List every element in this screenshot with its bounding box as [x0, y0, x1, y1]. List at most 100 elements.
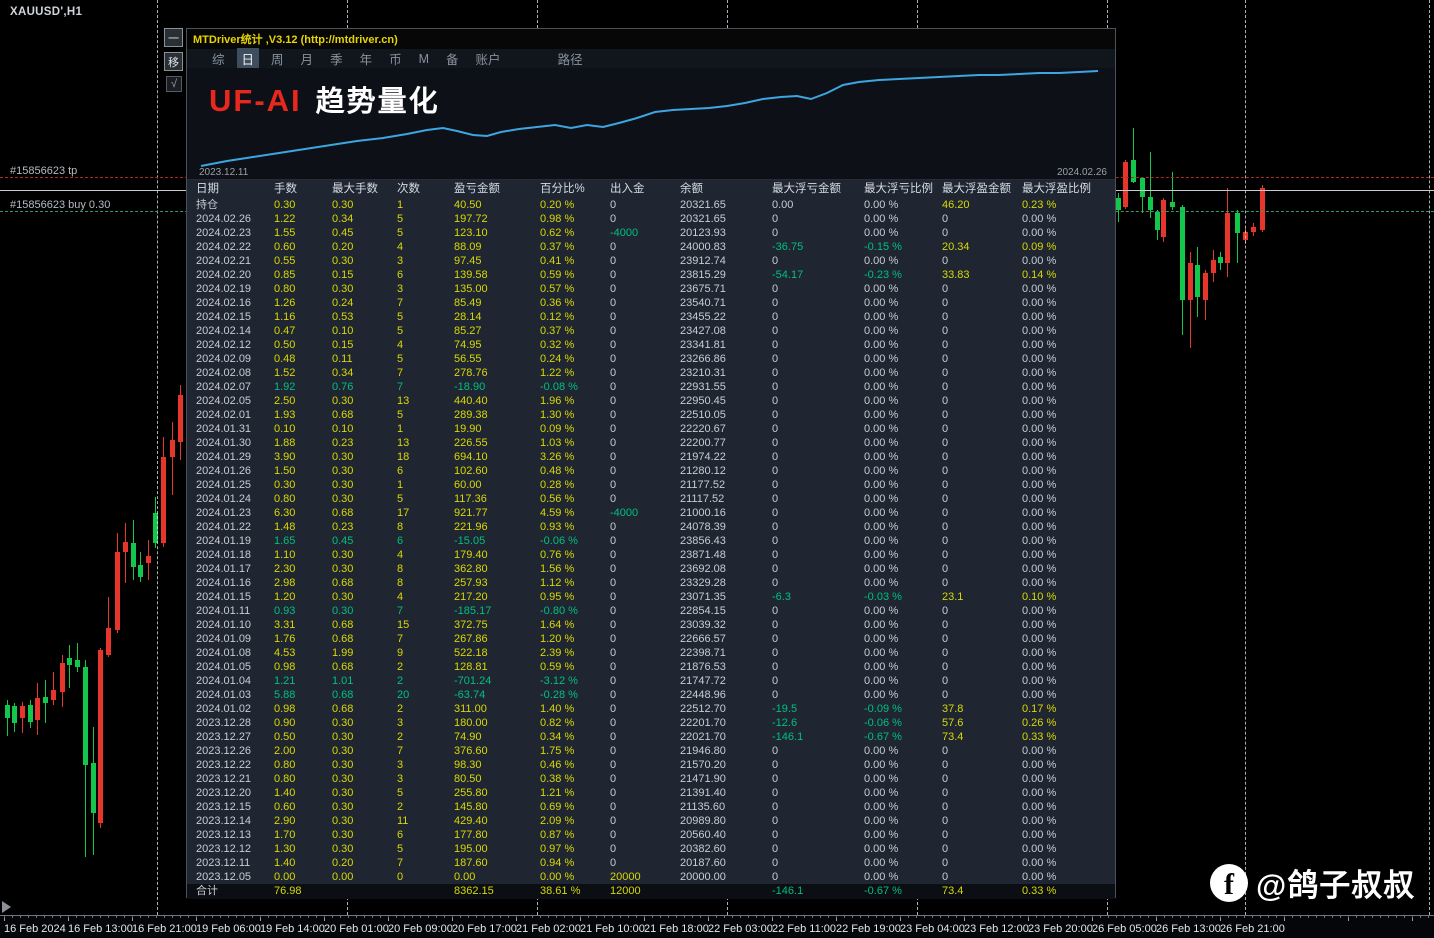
cell: 0 — [772, 660, 864, 674]
cell: 0.30 — [332, 548, 397, 562]
cell: 0.30 — [332, 464, 397, 478]
check-button[interactable]: √ — [166, 76, 182, 92]
cell: 2023.12.11 — [196, 856, 274, 870]
cell: 1.75 % — [540, 744, 610, 758]
table-row: 2024.01.050.980.682128.810.59 %021876.53… — [187, 660, 1115, 674]
time-axis[interactable]: 16 Feb 202416 Feb 13:0016 Feb 21:0019 Fe… — [0, 915, 1434, 938]
panel-titlebar[interactable]: MTDriver统计 ,V3.12 (http://mtdriver.cn) — [187, 29, 1115, 49]
menu-item-9[interactable]: 备 — [441, 48, 464, 69]
menu-item-6[interactable]: 年 — [355, 48, 378, 69]
menu-item-1[interactable]: 综 — [207, 48, 230, 69]
candlestick — [123, 542, 128, 552]
cell: 0.00 % — [864, 772, 942, 786]
menu-item-4[interactable]: 月 — [296, 48, 319, 69]
cell: 0 — [397, 870, 454, 884]
table-row: 2023.12.210.800.30380.500.38 %021471.900… — [187, 772, 1115, 786]
cell: 0 — [772, 380, 864, 394]
cell: 0.26 % — [1022, 716, 1115, 730]
menu-item-7[interactable]: 币 — [384, 48, 407, 69]
cell: 6 — [397, 268, 454, 282]
cell: 0.00 % — [864, 562, 942, 576]
table-row: 2024.02.120.500.15474.950.32 %023341.810… — [187, 338, 1115, 352]
cell: 0.00 % — [1022, 828, 1115, 842]
axis-corner-arrow-icon[interactable] — [2, 901, 11, 913]
minimize-button[interactable]: 一 — [164, 28, 183, 47]
cell: 0.34 — [332, 212, 397, 226]
cell: 0 — [942, 674, 1022, 688]
cell: 0.20 — [332, 240, 397, 254]
cell: 7 — [397, 380, 454, 394]
cell: 0.30 — [332, 814, 397, 828]
menu-item-3[interactable]: 周 — [266, 48, 289, 69]
cell: 0 — [772, 744, 864, 758]
equity-end-date: 2024.02.26 — [1057, 167, 1107, 178]
cell: 0 — [942, 212, 1022, 226]
cell: 2023.12.26 — [196, 744, 274, 758]
cell: 7 — [397, 366, 454, 380]
cell: 0.28 % — [540, 478, 610, 492]
cell: 0.00 % — [1022, 814, 1115, 828]
cell: 440.40 — [454, 394, 540, 408]
cell: 1.55 — [274, 226, 332, 240]
candlestick — [75, 660, 80, 667]
cell: 0.10 — [332, 324, 397, 338]
cell: 0.00 % — [1022, 296, 1115, 310]
cell: 2024.01.05 — [196, 660, 274, 674]
cell: 0 — [772, 352, 864, 366]
cell: 4 — [397, 590, 454, 604]
order-tp-label: #15856623 tp — [10, 165, 77, 177]
cell: 0.24 — [332, 296, 397, 310]
table-row: 2024.01.084.531.999522.182.39 %022398.71… — [187, 646, 1115, 660]
column-header: 最大浮盈金额 — [942, 180, 1022, 198]
cell: 0.23 — [332, 520, 397, 534]
table-row: 2024.01.181.100.304179.400.76 %023871.48… — [187, 548, 1115, 562]
time-axis-label: 26 Feb 21:00 — [1220, 923, 1285, 935]
cell: 0.45 — [332, 534, 397, 548]
cell: 4 — [397, 240, 454, 254]
menu-item-11[interactable]: 路径 — [553, 48, 588, 69]
cell: 0 — [772, 282, 864, 296]
cell: 0 — [610, 828, 680, 842]
table-row: 2024.01.103.310.6815372.751.64 %023039.3… — [187, 618, 1115, 632]
cell: 267.86 — [454, 632, 540, 646]
table-row: 持仓0.300.30140.500.20 %020321.650.000.00 … — [187, 198, 1115, 212]
candlestick — [106, 628, 111, 655]
cell: 1.88 — [274, 436, 332, 450]
cell: 0.00 % — [1022, 422, 1115, 436]
cell: 2023.12.12 — [196, 842, 274, 856]
menu-item-8[interactable]: M — [414, 51, 434, 67]
cell: 376.60 — [454, 744, 540, 758]
cell: 0 — [610, 604, 680, 618]
cell: 74.95 — [454, 338, 540, 352]
cell: 0.00 % — [864, 254, 942, 268]
cell: 694.10 — [454, 450, 540, 464]
cell: 0 — [772, 394, 864, 408]
candlestick — [1251, 227, 1256, 232]
cell: 0.60 — [274, 800, 332, 814]
cell: 0 — [772, 296, 864, 310]
menu-item-10[interactable]: 账户 — [471, 48, 506, 69]
cell: 0.23 % — [1022, 198, 1115, 212]
cell: 4.53 — [274, 646, 332, 660]
table-row: 2024.01.250.300.30160.000.28 %021177.520… — [187, 478, 1115, 492]
cell: 2024.01.03 — [196, 688, 274, 702]
cell: 33.83 — [942, 268, 1022, 282]
cell: 0.00 % — [1022, 408, 1115, 422]
cell: 0.00 % — [1022, 786, 1115, 800]
cell: 0 — [772, 688, 864, 702]
candlestick — [1235, 213, 1240, 233]
cell: 1.96 % — [540, 394, 610, 408]
cell: 0 — [610, 324, 680, 338]
cell: 0.15 — [332, 338, 397, 352]
cell: 2 — [397, 660, 454, 674]
menu-item-5[interactable]: 季 — [325, 48, 348, 69]
cell: 197.72 — [454, 212, 540, 226]
table-row: 2024.01.041.211.012-701.24-3.12 %021747.… — [187, 674, 1115, 688]
cell: 6.30 — [274, 506, 332, 520]
cell: 20123.93 — [680, 226, 772, 240]
cell: 0 — [610, 814, 680, 828]
move-button[interactable]: 移 — [164, 52, 183, 71]
cell: 21747.72 — [680, 674, 772, 688]
cell: 7 — [397, 632, 454, 646]
menu-item-2[interactable]: 日 — [237, 48, 260, 69]
